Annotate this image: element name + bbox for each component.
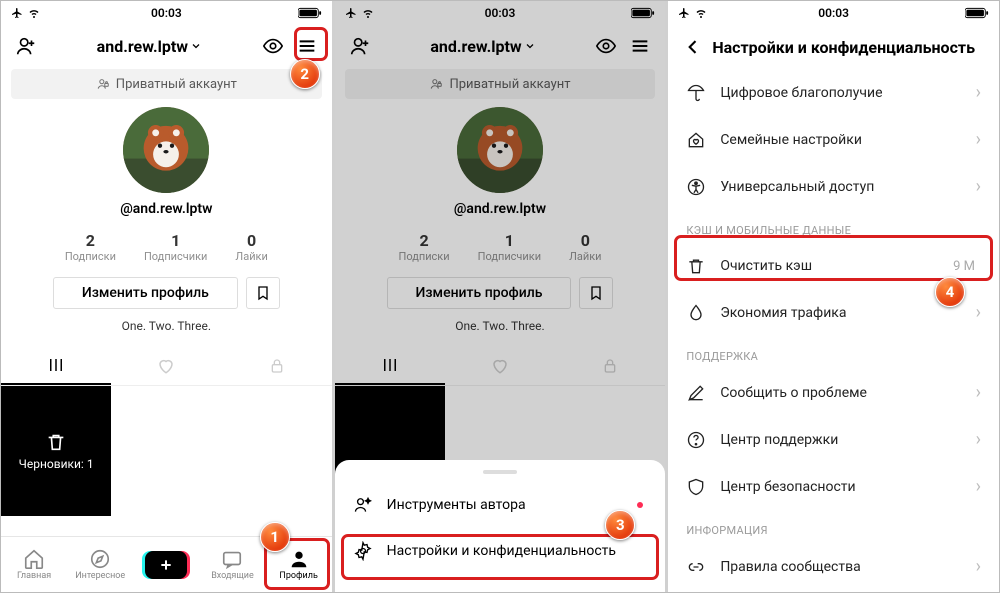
trash-icon [686, 256, 706, 276]
callout-2: 2 [290, 59, 320, 89]
row-family[interactable]: Семейные настройки [668, 116, 999, 163]
trash-icon [45, 431, 67, 453]
water-drop-icon [686, 303, 706, 323]
bookmark-button[interactable] [246, 277, 280, 309]
status-time: 00:03 [115, 6, 219, 20]
tab-private[interactable] [221, 347, 331, 385]
umbrella-icon [686, 83, 706, 103]
chevron-right-icon [976, 302, 981, 323]
shield-icon [686, 477, 706, 497]
plus-icon [145, 551, 187, 579]
row-accessibility[interactable]: Универсальный доступ [668, 163, 999, 210]
phone-profile: 00:03 and.rew.lptw Приватный аккаунт [1, 1, 332, 592]
battery-icon [965, 7, 989, 19]
section-cache: КЭШ И МОБИЛЬНЫЕ ДАННЫЕ [668, 210, 999, 243]
section-support: ПОДДЕРЖКА [668, 336, 999, 369]
notification-dot [637, 502, 643, 508]
nav-create[interactable] [133, 537, 199, 592]
home-heart-icon [686, 130, 706, 150]
wifi-icon [27, 7, 41, 19]
nav-home[interactable]: Главная [1, 537, 67, 592]
bio-text: One. Two. Three. [1, 319, 332, 333]
chevron-right-icon [976, 82, 981, 103]
drafts-label: Черновики: 1 [19, 457, 94, 471]
status-bar: 00:03 [1, 1, 332, 25]
followers-stat[interactable]: 1Подписчики [144, 231, 207, 263]
private-account-label: Приватный аккаунт [116, 77, 237, 92]
phone-settings: 00:03 Настройки и конфиденциальность Циф… [668, 1, 999, 592]
stats-row: 2Подписки 1Подписчики 0Лайки [1, 231, 332, 263]
airplane-mode-icon [11, 7, 23, 19]
following-stat[interactable]: 2Подписки [65, 231, 116, 263]
phone-menu: 00:03 and.rew.lptw Приватный аккаунт @an… [335, 1, 666, 592]
status-bar: 00:03 [668, 1, 999, 25]
video-grid: Черновики: 1 [1, 386, 332, 516]
lock-person-icon [96, 77, 110, 91]
row-report[interactable]: Сообщить о проблеме [668, 369, 999, 416]
username-dropdown[interactable]: and.rew.lptw [45, 37, 254, 56]
nav-discover[interactable]: Интересное [67, 537, 133, 592]
chevron-right-icon [976, 556, 981, 577]
chevron-right-icon [976, 129, 981, 150]
row-wellbeing[interactable]: Цифровое благополучие [668, 69, 999, 116]
private-account-banner[interactable]: Приватный аккаунт [11, 69, 322, 99]
chevron-right-icon [976, 176, 981, 197]
button-row: Изменить профиль [1, 277, 332, 309]
link-icon [686, 557, 706, 577]
edit-profile-button[interactable]: Изменить профиль [53, 277, 238, 309]
hamburger-menu-icon[interactable] [292, 31, 322, 61]
likes-stat[interactable]: 0Лайки [235, 231, 267, 263]
wifi-icon [694, 7, 708, 19]
airplane-mode-icon [678, 7, 690, 19]
question-circle-icon [686, 430, 706, 450]
nav-inbox[interactable]: Входящие [199, 537, 265, 592]
callout-1: 1 [260, 522, 290, 552]
cache-size: 9 M [953, 259, 981, 274]
eye-icon[interactable] [258, 31, 288, 61]
settings-title: Настройки и конфиденциальность [712, 38, 975, 57]
tab-liked[interactable] [111, 347, 221, 385]
chevron-right-icon [976, 382, 981, 403]
chevron-right-icon [976, 476, 981, 497]
username-title: and.rew.lptw [97, 37, 188, 56]
row-help[interactable]: Центр поддержки [668, 416, 999, 463]
top-nav: and.rew.lptw [1, 25, 332, 67]
status-time: 00:03 [782, 6, 886, 20]
avatar[interactable] [123, 107, 209, 193]
pencil-icon [686, 383, 706, 403]
sparkle-person-icon [353, 495, 373, 515]
add-user-icon[interactable] [11, 31, 41, 61]
sheet-handle[interactable] [483, 470, 517, 474]
tab-grid[interactable] [1, 347, 111, 385]
settings-list[interactable]: Цифровое благополучие Семейные настройки… [668, 69, 999, 592]
section-info: ИНФОРМАЦИЯ [668, 510, 999, 543]
settings-header: Настройки и конфиденциальность [668, 25, 999, 69]
row-safety[interactable]: Центр безопасности [668, 463, 999, 510]
chevron-down-icon [190, 40, 202, 52]
drafts-tile[interactable]: Черновики: 1 [1, 386, 111, 516]
profile-tabs [1, 347, 332, 386]
chevron-right-icon [976, 429, 981, 450]
avatar-block: @and.rew.lptw [1, 107, 332, 217]
handle-text: @and.rew.lptw [120, 201, 212, 217]
accessibility-icon [686, 177, 706, 197]
back-button[interactable] [678, 32, 708, 62]
gear-icon [353, 541, 373, 561]
row-guidelines[interactable]: Правила сообщества [668, 543, 999, 590]
callout-4: 4 [935, 277, 965, 307]
battery-icon [298, 7, 322, 19]
